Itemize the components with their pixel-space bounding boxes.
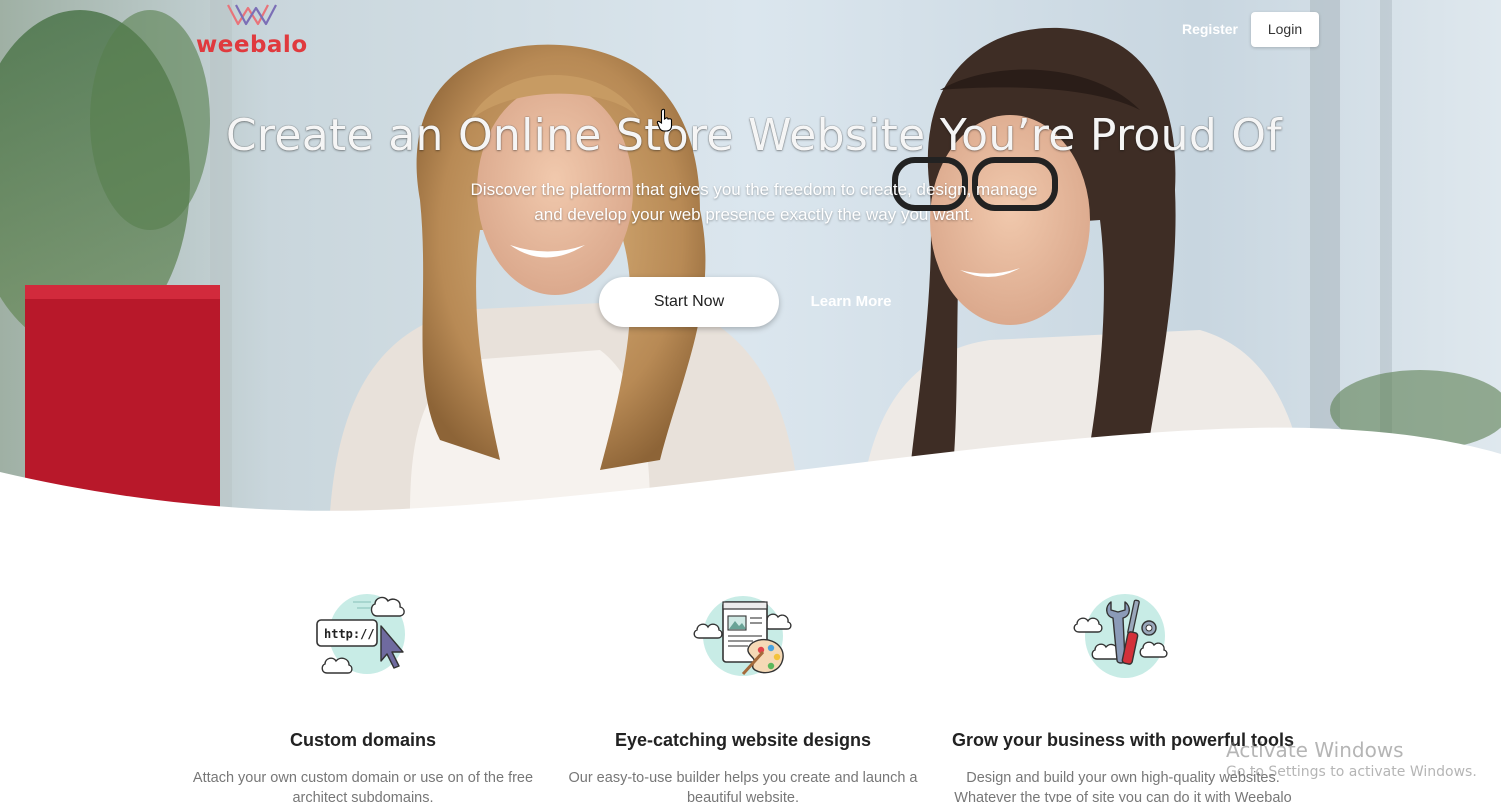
- feature-title: Eye-catching website designs: [614, 730, 872, 750]
- feature-desc-line2: beautiful website.: [686, 790, 800, 802]
- logo-mark-icon: [227, 4, 277, 26]
- weebalo-logo[interactable]: weebalo: [196, 2, 308, 58]
- hero-subtitle: Discover the platform that gives you the…: [440, 177, 1068, 227]
- hand-cursor-icon: [656, 108, 673, 132]
- domain-icon: http://: [316, 594, 405, 674]
- hero-wave-divider: [0, 427, 1501, 512]
- logo-text: weebalo: [196, 32, 308, 58]
- tools-icon: [1073, 594, 1168, 678]
- feature-custom-domains: http:// Custom domains Attach your own c…: [173, 590, 553, 802]
- hero-title: Create an Online Store Website You’re Pr…: [225, 110, 1283, 161]
- feature-desc-line1: Our easy-to-use builder helps you create…: [568, 770, 918, 786]
- hero-subtitle-line2: and develop your web presence exactly th…: [534, 205, 974, 224]
- windows-activation-title: Activate Windows: [1226, 738, 1404, 762]
- feature-description: Our easy-to-use builder helps you create…: [553, 768, 933, 802]
- feature-title: Custom domains: [289, 730, 436, 750]
- login-button[interactable]: Login: [1251, 12, 1319, 47]
- learn-more-link[interactable]: Learn More: [800, 282, 902, 322]
- hero-subtitle-line1: Discover the platform that gives you the…: [470, 180, 1038, 199]
- hero-section: weebalo Register Login Create an Online …: [0, 0, 1501, 512]
- register-link[interactable]: Register: [1176, 17, 1244, 41]
- feature-desc-line2: architect subdomains.: [292, 790, 434, 802]
- feature-website-designs: Eye-catching website designs Our easy-to…: [553, 590, 933, 802]
- feature-description: Attach your own custom domain or use on …: [173, 768, 553, 802]
- feature-powerful-tools: Grow your business with powerful tools D…: [933, 590, 1313, 802]
- start-now-button[interactable]: Start Now: [599, 277, 779, 327]
- design-icon: [693, 596, 792, 676]
- windows-activation-subtitle: Go to Settings to activate Windows.: [1226, 764, 1477, 780]
- feature-desc-line2: Whatever the type of site you can do it …: [954, 790, 1292, 802]
- domain-icon-text: http://: [324, 627, 375, 641]
- feature-desc-line1: Attach your own custom domain or use on …: [192, 770, 534, 786]
